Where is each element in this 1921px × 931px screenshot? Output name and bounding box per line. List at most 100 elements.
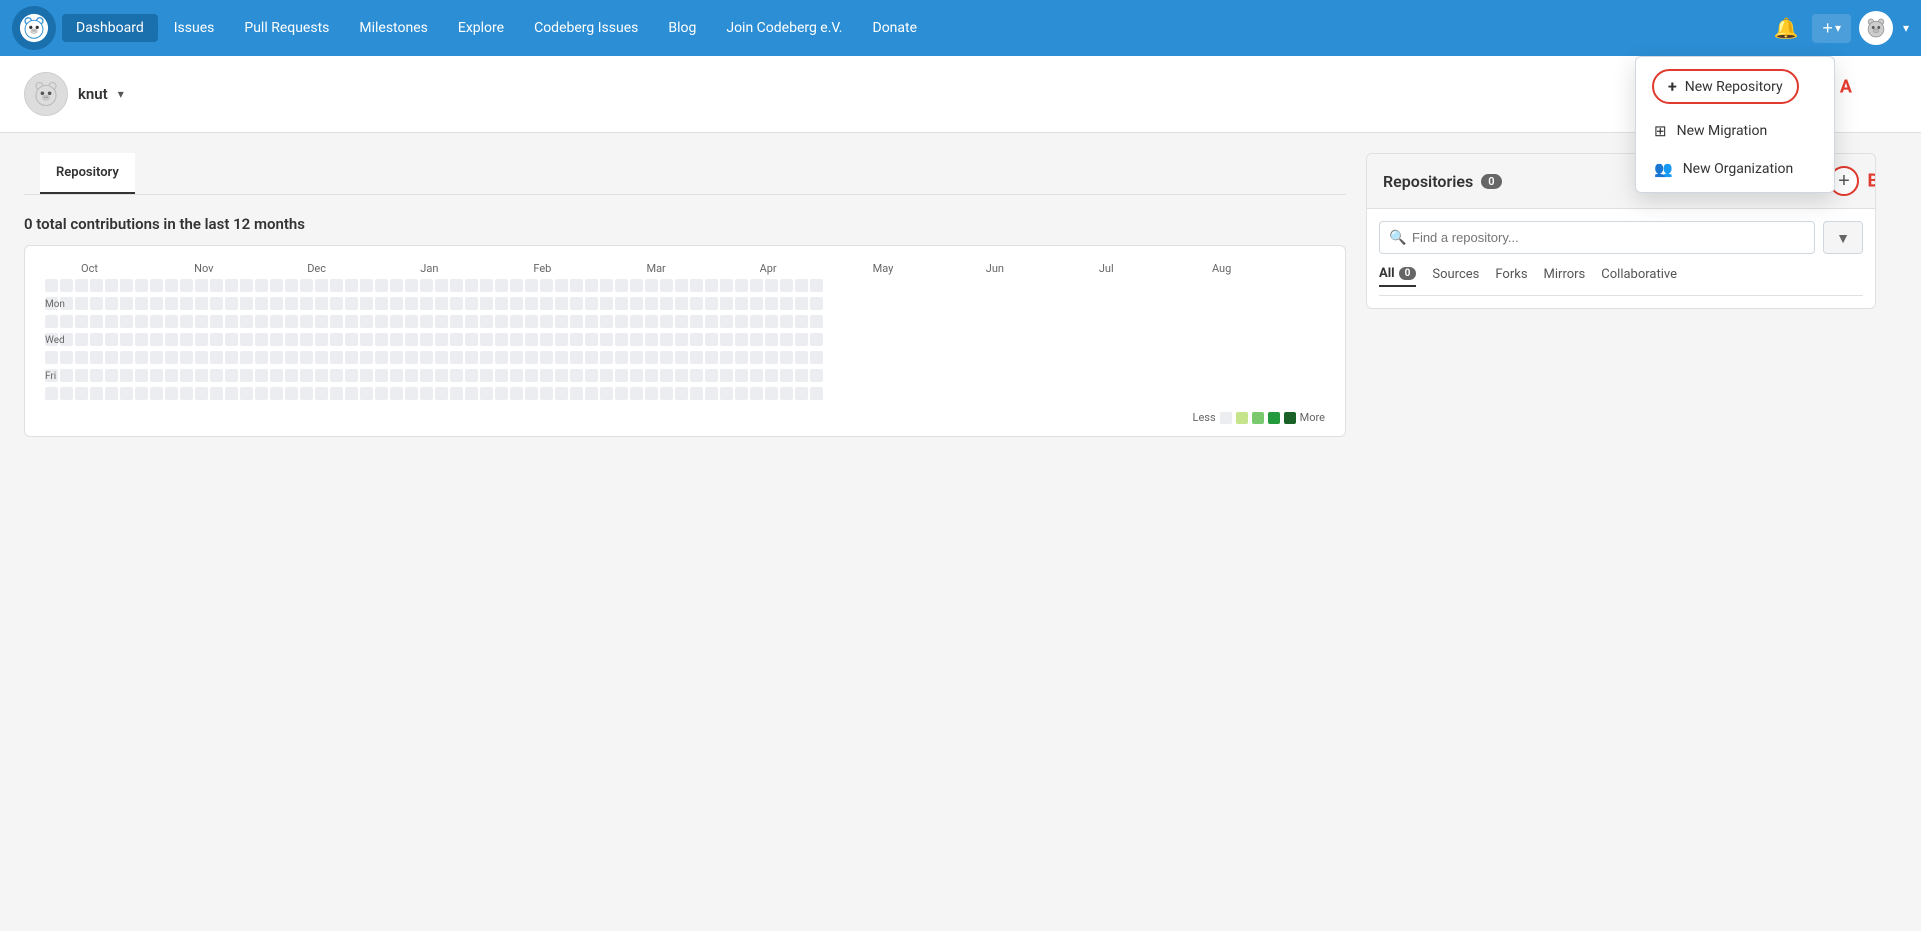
repo-tab-all[interactable]: All 0 bbox=[1379, 266, 1416, 287]
user-avatar-nav[interactable] bbox=[1859, 11, 1893, 45]
grid-cell bbox=[120, 315, 133, 328]
grid-cell bbox=[390, 297, 403, 310]
user-avatar[interactable] bbox=[24, 72, 68, 116]
grid-cell bbox=[165, 369, 178, 382]
grid-cell bbox=[105, 387, 118, 400]
row-tue bbox=[45, 315, 1325, 329]
month-oct: Oct bbox=[81, 262, 194, 275]
tab-repository[interactable]: Repository bbox=[40, 153, 135, 194]
grid-cell bbox=[150, 297, 163, 310]
grid-cell bbox=[165, 351, 178, 364]
avatar-caret[interactable]: ▾ bbox=[1903, 21, 1909, 35]
nav-link-dashboard[interactable]: Dashboard bbox=[62, 14, 158, 42]
nav-link-join[interactable]: Join Codeberg e.V. bbox=[712, 14, 856, 42]
grid-cell bbox=[720, 279, 733, 292]
nav-link-codeberg-issues[interactable]: Codeberg Issues bbox=[520, 14, 652, 42]
grid-cell bbox=[675, 279, 688, 292]
new-repository-item[interactable]: + New Repository bbox=[1652, 69, 1799, 104]
grid-cell bbox=[390, 387, 403, 400]
grid-cell bbox=[225, 369, 238, 382]
notifications-button[interactable]: 🔔 bbox=[1768, 10, 1805, 47]
repo-search-input[interactable] bbox=[1379, 221, 1815, 254]
grid-cell bbox=[150, 333, 163, 346]
grid-cell bbox=[180, 279, 193, 292]
grid-cell bbox=[105, 333, 118, 346]
grid-cell bbox=[285, 351, 298, 364]
repo-tab-forks[interactable]: Forks bbox=[1495, 267, 1527, 286]
new-item-button[interactable]: + ▾ bbox=[1812, 14, 1851, 43]
grid-cell bbox=[270, 297, 283, 310]
grid-cell bbox=[90, 297, 103, 310]
grid-cell bbox=[270, 369, 283, 382]
grid-cell bbox=[315, 387, 328, 400]
grid-cell bbox=[225, 333, 238, 346]
grid-cell bbox=[165, 387, 178, 400]
nav-link-pullrequests[interactable]: Pull Requests bbox=[230, 14, 343, 42]
grid-cell bbox=[405, 297, 418, 310]
grid-cell bbox=[210, 387, 223, 400]
new-organization-label: New Organization bbox=[1683, 161, 1794, 177]
grid-cell bbox=[240, 315, 253, 328]
grid-cell bbox=[120, 297, 133, 310]
repo-filter-button[interactable]: ▼ bbox=[1823, 221, 1863, 254]
row-fri: Fri bbox=[45, 369, 1325, 383]
new-organization-item[interactable]: 👥 New Organization bbox=[1636, 150, 1834, 188]
month-may: May bbox=[873, 262, 986, 275]
legend-cell-3 bbox=[1268, 412, 1280, 424]
grid-cell bbox=[615, 369, 628, 382]
grid-cell bbox=[525, 369, 538, 382]
grid-cell bbox=[90, 369, 103, 382]
grid-cell bbox=[765, 315, 778, 328]
grid-cell bbox=[645, 333, 658, 346]
grid-cell bbox=[345, 387, 358, 400]
grid-cell bbox=[795, 387, 808, 400]
grid-cell bbox=[585, 351, 598, 364]
grid-cell bbox=[750, 351, 763, 364]
grid-cell bbox=[795, 297, 808, 310]
grid-cell bbox=[570, 297, 583, 310]
nav-link-milestones[interactable]: Milestones bbox=[345, 14, 442, 42]
grid-cell bbox=[165, 315, 178, 328]
new-migration-item[interactable]: ⊞ New Migration bbox=[1636, 112, 1834, 150]
grid-cell bbox=[270, 333, 283, 346]
grid-cell bbox=[585, 297, 598, 310]
month-aug: Aug bbox=[1212, 262, 1325, 275]
filter-icon: ▼ bbox=[1836, 230, 1850, 246]
grid-cell bbox=[660, 369, 673, 382]
nav-link-issues[interactable]: Issues bbox=[160, 14, 229, 42]
grid-cell bbox=[435, 369, 448, 382]
grid-cell bbox=[405, 369, 418, 382]
grid-cell bbox=[510, 315, 523, 328]
nav-link-blog[interactable]: Blog bbox=[654, 14, 710, 42]
grid-cell bbox=[810, 297, 823, 310]
grid-cell bbox=[45, 387, 58, 400]
grid-cell bbox=[780, 369, 793, 382]
nav-link-explore[interactable]: Explore bbox=[444, 14, 518, 42]
repo-tab-mirrors[interactable]: Mirrors bbox=[1544, 267, 1586, 286]
grid-cell bbox=[375, 333, 388, 346]
grid-cell bbox=[300, 333, 313, 346]
grid-cell bbox=[300, 297, 313, 310]
grid-cell bbox=[360, 297, 373, 310]
site-logo[interactable] bbox=[12, 6, 56, 50]
grid-cell bbox=[300, 279, 313, 292]
grid-cell bbox=[705, 279, 718, 292]
month-mar: Mar bbox=[646, 262, 759, 275]
grid-cell bbox=[390, 369, 403, 382]
grid-cell bbox=[465, 333, 478, 346]
grid-cell bbox=[690, 351, 703, 364]
grid-cell bbox=[750, 315, 763, 328]
grid-cell bbox=[450, 315, 463, 328]
grid-cell bbox=[675, 297, 688, 310]
grid-cell bbox=[210, 297, 223, 310]
user-caret-icon[interactable]: ▾ bbox=[118, 87, 124, 101]
repo-tab-collaborative[interactable]: Collaborative bbox=[1601, 267, 1677, 286]
overview-tabs: Repository bbox=[24, 153, 1346, 195]
grid-cell bbox=[570, 387, 583, 400]
grid-cell bbox=[510, 369, 523, 382]
repo-tab-sources[interactable]: Sources bbox=[1432, 267, 1479, 286]
grid-cell bbox=[525, 279, 538, 292]
grid-cell bbox=[615, 351, 628, 364]
grid-cell bbox=[450, 297, 463, 310]
nav-link-donate[interactable]: Donate bbox=[859, 14, 932, 42]
